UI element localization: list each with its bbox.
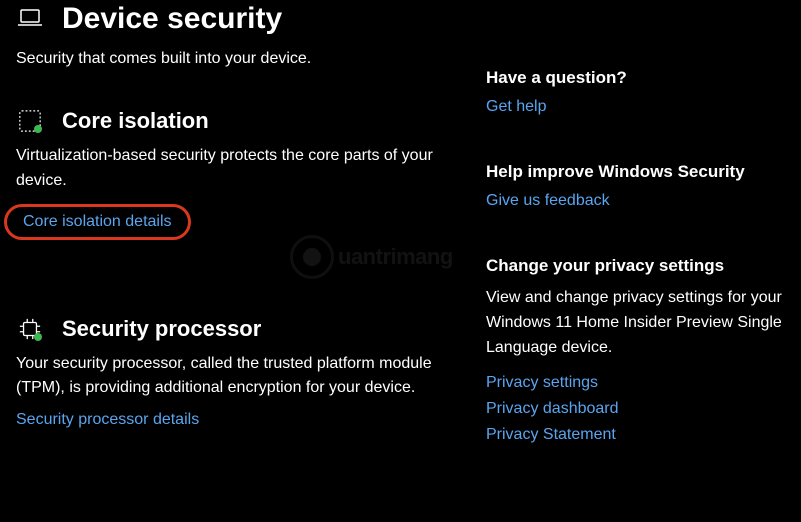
get-help-link[interactable]: Get help xyxy=(486,98,546,116)
privacy-desc: View and change privacy settings for you… xyxy=(486,286,786,360)
have-question-heading: Have a question? xyxy=(486,68,800,88)
core-isolation-icon xyxy=(16,109,44,133)
core-isolation-details-link[interactable]: Core isolation details xyxy=(4,204,191,240)
privacy-heading: Change your privacy settings xyxy=(486,256,800,276)
page-subtitle: Security that comes built into your devi… xyxy=(16,50,464,68)
security-processor-title: Security processor xyxy=(62,316,261,342)
improve-block: Help improve Windows Security Give us fe… xyxy=(486,162,800,214)
core-isolation-desc: Virtualization-based security protects t… xyxy=(16,144,436,194)
chip-icon xyxy=(16,317,44,341)
privacy-statement-link[interactable]: Privacy Statement xyxy=(486,426,800,444)
have-question-block: Have a question? Get help xyxy=(486,68,800,120)
improve-heading: Help improve Windows Security xyxy=(486,162,800,182)
feedback-link[interactable]: Give us feedback xyxy=(486,192,610,210)
core-isolation-title: Core isolation xyxy=(62,108,209,134)
core-isolation-header: Core isolation xyxy=(16,108,464,134)
page-title: Device security xyxy=(62,2,282,36)
privacy-block: Change your privacy settings View and ch… xyxy=(486,256,800,444)
privacy-settings-link[interactable]: Privacy settings xyxy=(486,374,800,392)
security-processor-details-link[interactable]: Security processor details xyxy=(16,411,199,429)
security-processor-header: Security processor xyxy=(16,316,464,342)
security-processor-desc: Your security processor, called the trus… xyxy=(16,352,436,402)
privacy-dashboard-link[interactable]: Privacy dashboard xyxy=(486,400,800,418)
page-header: Device security xyxy=(16,0,464,36)
laptop-icon xyxy=(16,7,44,31)
